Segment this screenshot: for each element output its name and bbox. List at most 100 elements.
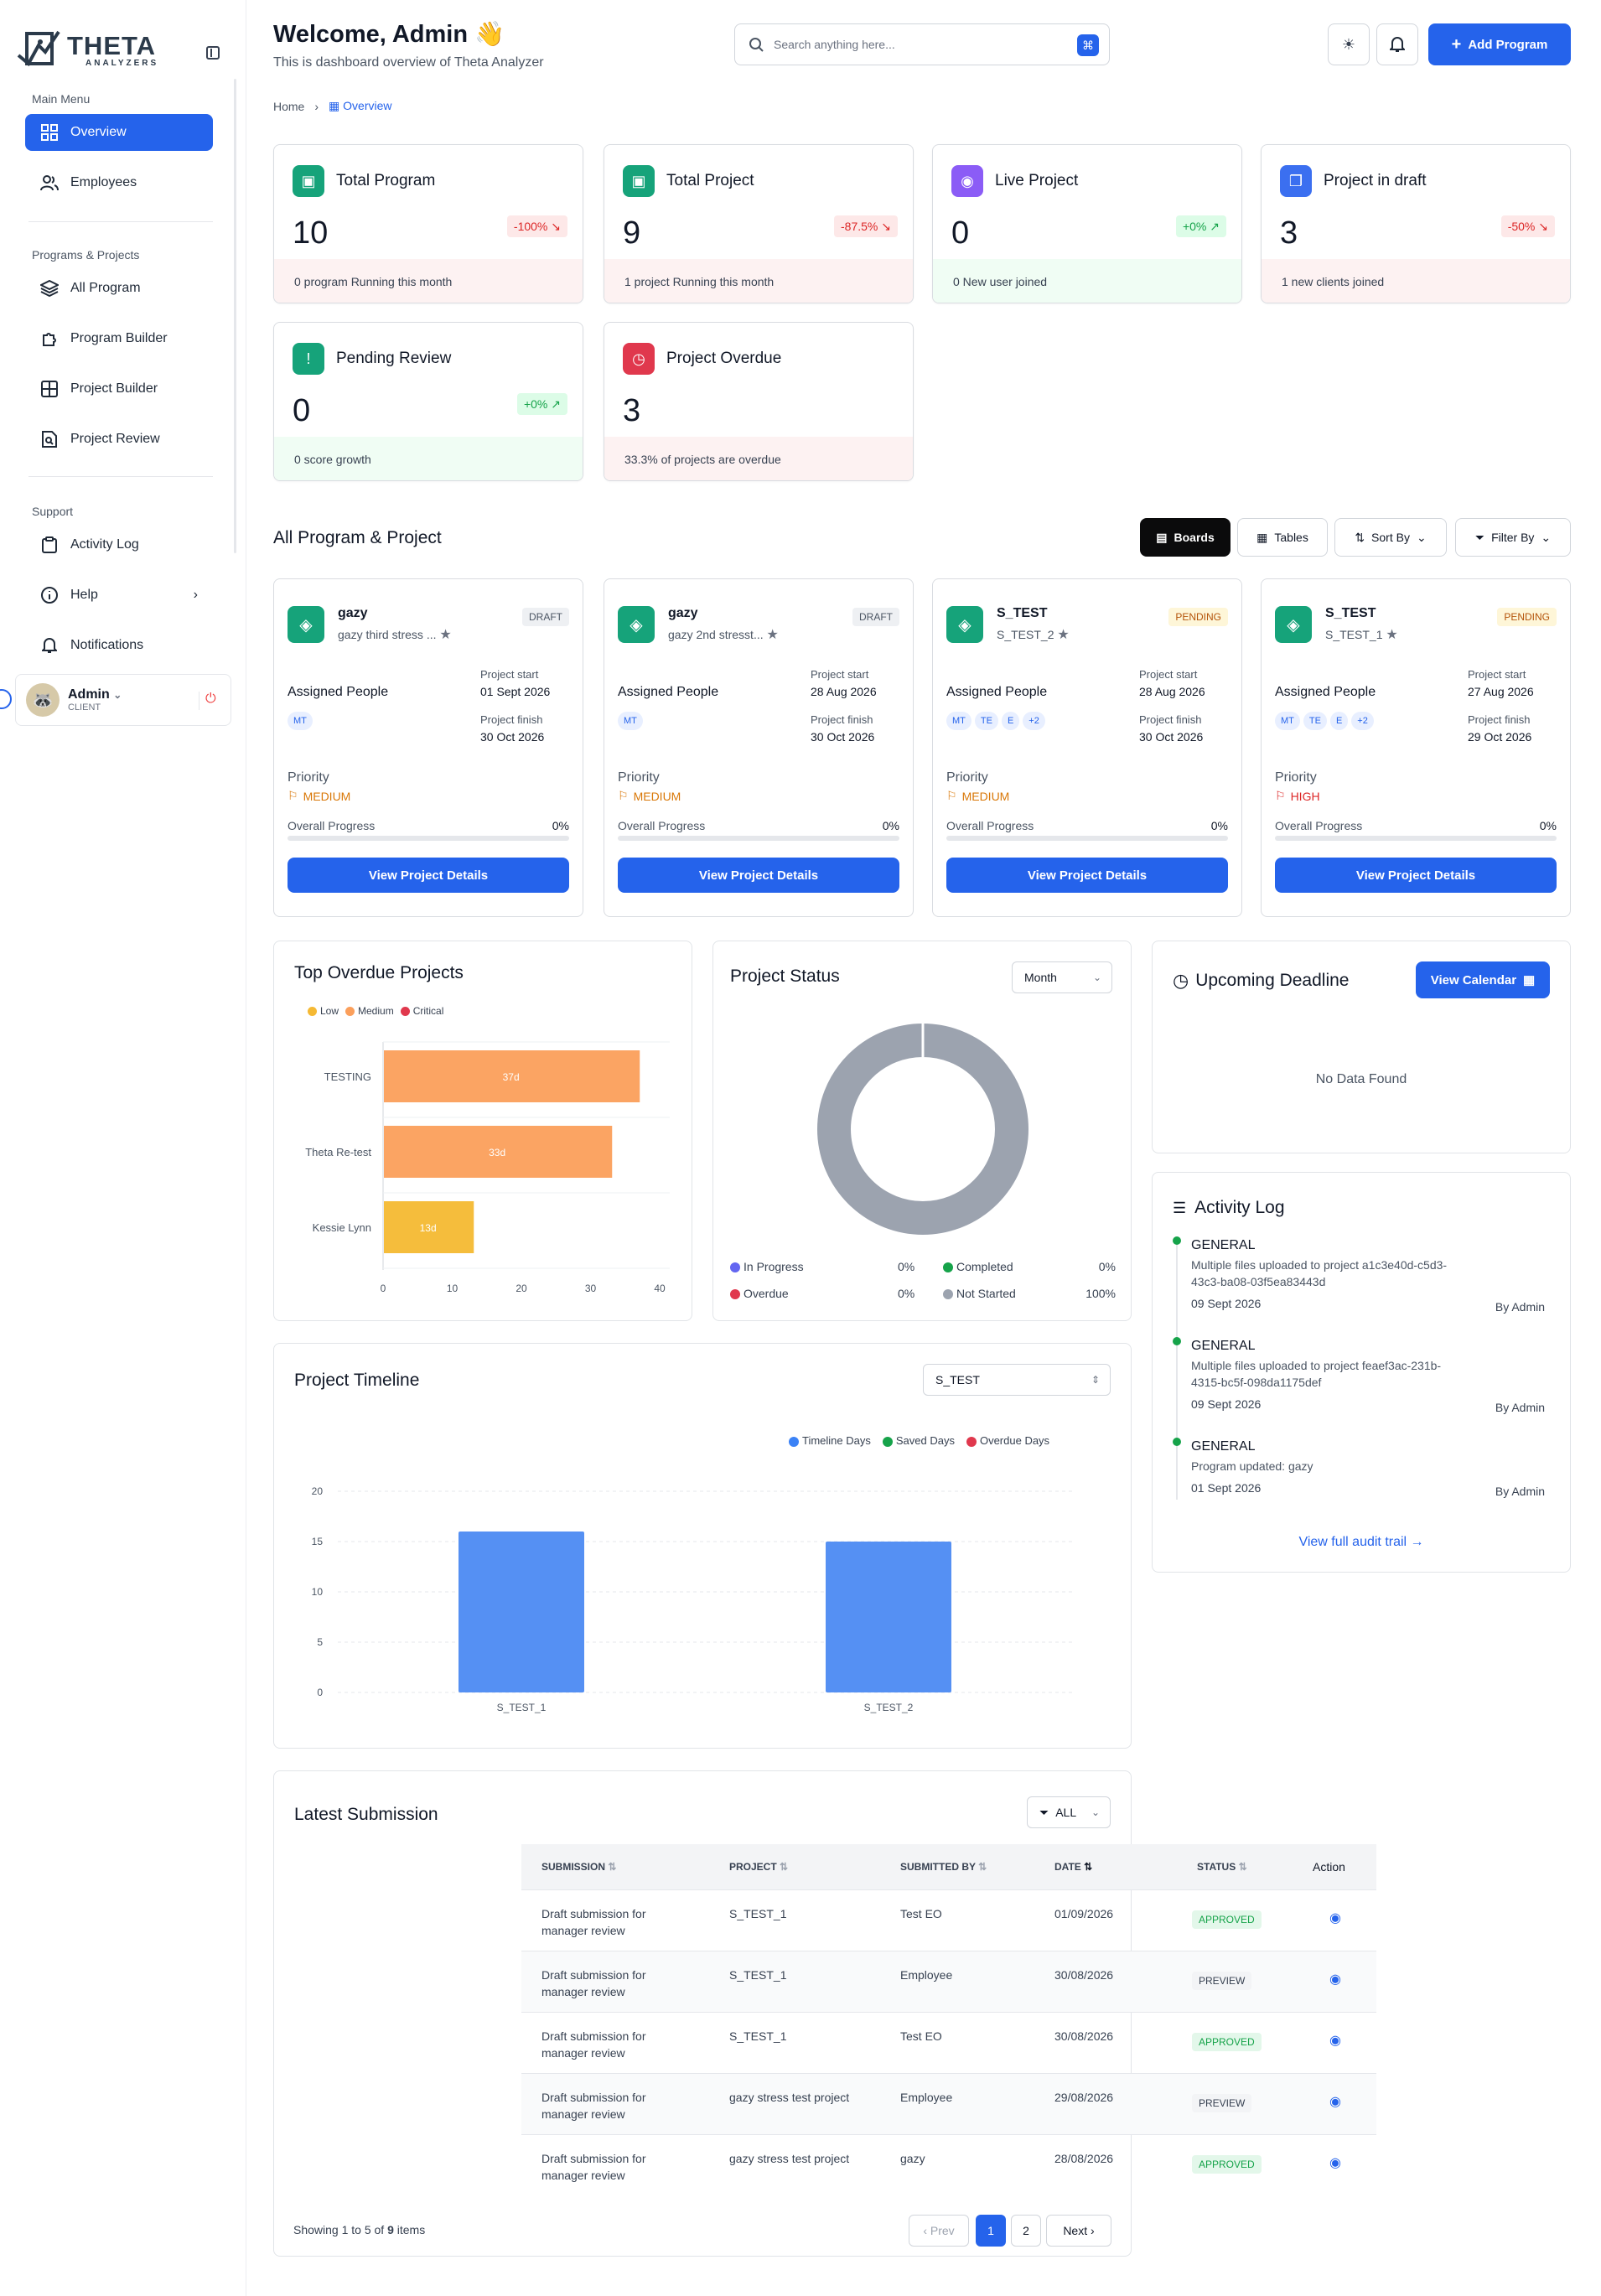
stat-card-total-project[interactable]: ▣ Total Project 9 -87.5% ↘ 1 project Run… <box>604 144 914 303</box>
sidebar-item-label: Project Builder <box>70 381 158 396</box>
priority-label: Priority <box>618 770 660 785</box>
page-subtitle: This is dashboard overview of Theta Anal… <box>273 55 544 70</box>
view-project-details-button[interactable]: View Project Details <box>288 858 569 893</box>
view-audit-trail-link[interactable]: View full audit trail → <box>1153 1535 1570 1550</box>
col-submission[interactable]: SUBMISSION ⇅ <box>521 1844 709 1889</box>
col-submitted-by[interactable]: SUBMITTED BY ⇅ <box>880 1844 1034 1889</box>
sidebar-item-employees[interactable]: Employees <box>25 164 213 201</box>
stat-card-project-in-draft[interactable]: ❐ Project in draft 3 -50% ↘ 1 new client… <box>1261 144 1571 303</box>
user-role: CLIENT <box>68 702 101 713</box>
sidebar-item-activity-log[interactable]: Activity Log <box>25 526 213 563</box>
view-calendar-button[interactable]: View Calendar ▦ <box>1416 961 1550 998</box>
sidebar-item-notifications[interactable]: Notifications <box>25 627 213 664</box>
notifications-button[interactable] <box>1376 23 1418 65</box>
project-select[interactable]: S_TEST ⇕ <box>923 1364 1111 1396</box>
stat-card-project-overdue[interactable]: ◷ Project Overdue 3 33.3% of projects ar… <box>604 322 914 481</box>
eye-icon[interactable]: ◉ <box>1329 1910 1341 1927</box>
assignee-list: MT <box>618 712 643 730</box>
sidebar-item-overview[interactable]: Overview <box>25 114 213 151</box>
stat-value: 0 <box>293 393 311 428</box>
panel-title: Top Overdue Projects <box>294 963 464 982</box>
search-input[interactable]: Search anything here... ⌘ <box>734 23 1110 65</box>
sort-by-button[interactable]: ⇅ Sort By ⌄ <box>1334 518 1447 557</box>
stat-card-live-project[interactable]: ◉ Live Project 0 +0% ↗ 0 New user joined <box>932 144 1242 303</box>
project-card[interactable]: ◈ gazy gazy third stress ... ★ DRAFT Assigne… <box>273 578 583 917</box>
bar-data-label: 13d <box>420 1222 437 1234</box>
project-card[interactable]: ◈ S_TEST S_TEST_1 ★ PENDING Assigned People M… <box>1261 578 1571 917</box>
legend-critical: Critical <box>400 1005 443 1017</box>
legend-overdue: Overdue <box>730 1287 789 1300</box>
panel-title: Project Status <box>730 967 840 986</box>
sidebar-item-project-review[interactable]: Project Review <box>25 421 213 458</box>
x-tick-label: 20 <box>516 1283 527 1294</box>
eye-icon[interactable]: ◉ <box>1329 2033 1341 2050</box>
col-project[interactable]: PROJECT ⇅ <box>709 1844 880 1889</box>
cell-date: 01/09/2026 <box>1034 1889 1177 1951</box>
user-card[interactable]: 🦝 Admin ⌄ CLIENT ⏻ <box>15 674 231 726</box>
submissions-table: SUBMISSION ⇅ PROJECT ⇅ SUBMITTED BY ⇅ DA… <box>521 1844 1376 2195</box>
sidebar-item-help[interactable]: Help › <box>25 577 213 614</box>
period-select[interactable]: Month ⌄ <box>1012 961 1112 993</box>
sidebar-item-all-program[interactable]: All Program <box>25 270 213 307</box>
theme-toggle-button[interactable]: ☀ <box>1328 23 1370 65</box>
sidebar-item-label: Project Review <box>70 432 160 446</box>
cell-action: ◉ <box>1301 1950 1376 2012</box>
breadcrumb-home[interactable]: Home <box>273 100 304 113</box>
tables-view-button[interactable]: ▦ Tables <box>1237 518 1328 557</box>
boards-view-button[interactable]: ▤ Boards <box>1140 518 1231 557</box>
overdue-legend: Low Medium Critical <box>308 1005 443 1017</box>
eye-icon[interactable]: ◉ <box>1329 1972 1341 1988</box>
submission-filter-select[interactable]: ⏷ ALL ⌄ <box>1027 1796 1111 1828</box>
col-date[interactable]: DATE ⇅ <box>1034 1844 1177 1889</box>
progress-value: 0% <box>882 819 899 832</box>
stat-value: 3 <box>623 393 641 428</box>
info-icon <box>40 586 59 604</box>
page-2-button[interactable]: 2 <box>1011 2215 1041 2247</box>
x-tick-label: S_TEST_1 <box>497 1702 547 1713</box>
priority-value: ⚐ MEDIUM <box>946 789 1010 803</box>
stat-value: 3 <box>1280 215 1298 251</box>
prev-page-button[interactable]: ‹ Prev <box>909 2215 969 2247</box>
cell-project: gazy stress test project <box>709 2072 880 2134</box>
main-content: Welcome, Admin 👋 This is dashboard overv… <box>246 0 1601 2296</box>
activity-date: 09 Sept 2026 <box>1191 1397 1262 1411</box>
sidebar-item-program-builder[interactable]: Program Builder <box>25 320 213 357</box>
project-card[interactable]: ◈ S_TEST S_TEST_2 ★ PENDING Assigned People M… <box>932 578 1242 917</box>
legend-overdue-value: 0% <box>898 1287 915 1300</box>
stat-title: Project Overdue <box>666 350 782 367</box>
assignee-list: MT <box>288 712 313 730</box>
brand-logo[interactable]: THETA ANALYZERS <box>17 30 158 70</box>
timeline-bar <box>826 1542 951 1692</box>
category-label: Kessie Lynn <box>313 1221 371 1234</box>
command-shortcut-icon[interactable]: ⌘ <box>1077 34 1099 56</box>
progress-value: 0% <box>1210 819 1228 832</box>
activity-date: 01 Sept 2026 <box>1191 1481 1262 1495</box>
project-card[interactable]: ◈ gazy gazy 2nd stresst... ★ DRAFT Assigned … <box>604 578 914 917</box>
next-page-button[interactable]: Next › <box>1046 2215 1111 2247</box>
view-project-details-button[interactable]: View Project Details <box>618 858 899 893</box>
arrow-right-icon: → <box>1410 1535 1424 1549</box>
start-date: 28 Aug 2026 <box>811 685 877 698</box>
eye-icon[interactable]: ◉ <box>1329 2094 1341 2111</box>
col-status[interactable]: STATUS ⇅ <box>1177 1844 1301 1889</box>
sidebar-item-project-builder[interactable]: Project Builder <box>25 371 213 407</box>
chevron-down-icon: ⌄ <box>1416 530 1427 544</box>
view-project-details-button[interactable]: View Project Details <box>946 858 1228 893</box>
page-1-button[interactable]: 1 <box>976 2215 1006 2247</box>
star-icon: ★ <box>1386 628 1398 642</box>
stat-card-pending-review[interactable]: ! Pending Review 0 +0% ↗ 0 score growth <box>273 322 583 481</box>
section-label-support: Support <box>32 505 74 518</box>
sidebar-collapse-icon[interactable] <box>206 46 220 60</box>
logout-power-icon[interactable]: ⏻ <box>205 692 220 707</box>
trend-up-icon: ↗ <box>551 396 561 411</box>
timeline-dot <box>1173 1236 1181 1245</box>
eye-icon[interactable]: ◉ <box>1329 2155 1341 2172</box>
start-label: Project start <box>1139 668 1198 681</box>
sidebar-scrollbar[interactable] <box>234 79 236 553</box>
filter-by-button[interactable]: ⏷ Filter By ⌄ <box>1455 518 1571 557</box>
add-program-button[interactable]: + Add Program <box>1428 23 1571 65</box>
view-project-details-button[interactable]: View Project Details <box>1275 858 1557 893</box>
stat-card-total-program[interactable]: ▣ Total Program 10 -100% ↘ 0 program Run… <box>273 144 583 303</box>
chevron-updown-icon: ⇕ <box>1091 1374 1100 1386</box>
assignee-chip: TE <box>974 712 998 730</box>
